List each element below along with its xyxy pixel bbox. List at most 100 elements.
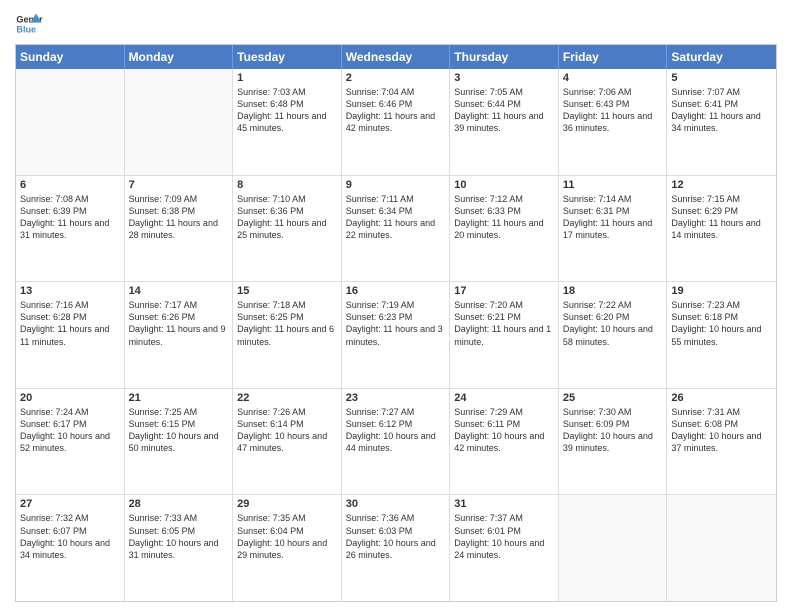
day-number: 27 [20, 498, 120, 510]
day-number: 16 [346, 285, 446, 297]
calendar-cell [667, 495, 776, 601]
calendar-row-1: 6Sunrise: 7:08 AM Sunset: 6:39 PM Daylig… [16, 176, 776, 283]
day-number: 22 [237, 392, 337, 404]
day-number: 31 [454, 498, 554, 510]
calendar-cell: 17 Sunrise: 7:20 AM Sunset: 6:21 PM Dayli… [450, 282, 559, 388]
day-info: Sunrise: 7:36 AM Sunset: 6:03 PM Dayligh… [346, 512, 446, 561]
day-number: 30 [346, 498, 446, 510]
day-number: 9 [346, 179, 446, 191]
day-info: Sunrise: 7:20 AM Sunset: 6:21 PM Dayligh… [454, 299, 554, 348]
calendar-cell: 31 Sunrise: 7:37 AM Sunset: 6:01 PM Dayli… [450, 495, 559, 601]
day-info: Sunrise: 7:17 AM Sunset: 6:26 PM Dayligh… [129, 299, 229, 348]
header-day-monday: Monday [125, 45, 234, 69]
calendar-cell: 3Sunrise: 7:05 AM Sunset: 6:44 PM Daylig… [450, 69, 559, 175]
calendar-cell: 16Sunrise: 7:19 AM Sunset: 6:23 PM Dayli… [342, 282, 451, 388]
calendar-cell: 28Sunrise: 7:33 AM Sunset: 6:05 PM Dayli… [125, 495, 234, 601]
day-number: 23 [346, 392, 446, 404]
day-number: 29 [237, 498, 337, 510]
day-info: Sunrise: 7:31 AM Sunset: 6:08 PM Dayligh… [671, 406, 772, 455]
calendar-body: 1 Sunrise: 7:03 AM Sunset: 6:48 PM Daylig… [16, 69, 776, 601]
day-number: 24 [454, 392, 554, 404]
calendar-cell: 23 Sunrise: 7:27 AM Sunset: 6:12 PM Dayli… [342, 389, 451, 495]
day-number: 10 [454, 179, 554, 191]
calendar-cell: 12 Sunrise: 7:15 AM Sunset: 6:29 PM Dayli… [667, 176, 776, 282]
day-info: Sunrise: 7:25 AM Sunset: 6:15 PM Dayligh… [129, 406, 229, 455]
day-number: 13 [20, 285, 120, 297]
day-number: 7 [129, 179, 229, 191]
day-number: 5 [671, 72, 772, 84]
day-info: Sunrise: 7:14 AM Sunset: 6:31 PM Dayligh… [563, 193, 663, 242]
day-number: 11 [563, 179, 663, 191]
day-number: 1 [237, 72, 337, 84]
calendar-cell: 20 Sunrise: 7:24 AM Sunset: 6:17 PM Dayli… [16, 389, 125, 495]
day-number: 20 [20, 392, 120, 404]
day-info: Sunrise: 7:23 AM Sunset: 6:18 PM Dayligh… [671, 299, 772, 348]
calendar-row-0: 1 Sunrise: 7:03 AM Sunset: 6:48 PM Daylig… [16, 69, 776, 176]
day-info: Sunrise: 7:07 AM Sunset: 6:41 PM Dayligh… [671, 86, 772, 135]
day-info: Sunrise: 7:03 AM Sunset: 6:48 PM Dayligh… [237, 86, 337, 135]
calendar-row-2: 13 Sunrise: 7:16 AM Sunset: 6:28 PM Dayli… [16, 282, 776, 389]
calendar-cell: 4Sunrise: 7:06 AM Sunset: 6:43 PM Daylig… [559, 69, 668, 175]
day-info: Sunrise: 7:22 AM Sunset: 6:20 PM Dayligh… [563, 299, 663, 348]
calendar-cell: 5 Sunrise: 7:07 AM Sunset: 6:41 PM Daylig… [667, 69, 776, 175]
header-day-sunday: Sunday [16, 45, 125, 69]
calendar-cell: 27 Sunrise: 7:32 AM Sunset: 6:07 PM Dayli… [16, 495, 125, 601]
day-number: 12 [671, 179, 772, 191]
day-info: Sunrise: 7:29 AM Sunset: 6:11 PM Dayligh… [454, 406, 554, 455]
calendar-cell: 1 Sunrise: 7:03 AM Sunset: 6:48 PM Daylig… [233, 69, 342, 175]
calendar-cell: 13 Sunrise: 7:16 AM Sunset: 6:28 PM Dayli… [16, 282, 125, 388]
logo-icon: General Blue [15, 10, 43, 38]
calendar-cell: 11 Sunrise: 7:14 AM Sunset: 6:31 PM Dayli… [559, 176, 668, 282]
calendar-cell: 22 Sunrise: 7:26 AM Sunset: 6:14 PM Dayli… [233, 389, 342, 495]
calendar-cell: 7Sunrise: 7:09 AM Sunset: 6:38 PM Daylig… [125, 176, 234, 282]
svg-text:Blue: Blue [16, 24, 36, 34]
calendar-cell: 21 Sunrise: 7:25 AM Sunset: 6:15 PM Dayli… [125, 389, 234, 495]
day-number: 21 [129, 392, 229, 404]
day-info: Sunrise: 7:10 AM Sunset: 6:36 PM Dayligh… [237, 193, 337, 242]
calendar-cell: 2Sunrise: 7:04 AM Sunset: 6:46 PM Daylig… [342, 69, 451, 175]
day-info: Sunrise: 7:27 AM Sunset: 6:12 PM Dayligh… [346, 406, 446, 455]
day-info: Sunrise: 7:37 AM Sunset: 6:01 PM Dayligh… [454, 512, 554, 561]
calendar-cell: 8 Sunrise: 7:10 AM Sunset: 6:36 PM Daylig… [233, 176, 342, 282]
day-number: 18 [563, 285, 663, 297]
day-number: 8 [237, 179, 337, 191]
day-info: Sunrise: 7:26 AM Sunset: 6:14 PM Dayligh… [237, 406, 337, 455]
day-number: 15 [237, 285, 337, 297]
calendar-row-4: 27 Sunrise: 7:32 AM Sunset: 6:07 PM Dayli… [16, 495, 776, 601]
day-info: Sunrise: 7:24 AM Sunset: 6:17 PM Dayligh… [20, 406, 120, 455]
day-number: 26 [671, 392, 772, 404]
day-info: Sunrise: 7:12 AM Sunset: 6:33 PM Dayligh… [454, 193, 554, 242]
calendar-cell: 6Sunrise: 7:08 AM Sunset: 6:39 PM Daylig… [16, 176, 125, 282]
day-info: Sunrise: 7:08 AM Sunset: 6:39 PM Dayligh… [20, 193, 120, 242]
day-info: Sunrise: 7:32 AM Sunset: 6:07 PM Dayligh… [20, 512, 120, 561]
header-day-wednesday: Wednesday [342, 45, 451, 69]
calendar-cell: 29 Sunrise: 7:35 AM Sunset: 6:04 PM Dayli… [233, 495, 342, 601]
day-number: 28 [129, 498, 229, 510]
calendar-cell: 18 Sunrise: 7:22 AM Sunset: 6:20 PM Dayli… [559, 282, 668, 388]
day-info: Sunrise: 7:18 AM Sunset: 6:25 PM Dayligh… [237, 299, 337, 348]
calendar-cell: 25Sunrise: 7:30 AM Sunset: 6:09 PM Dayli… [559, 389, 668, 495]
day-number: 17 [454, 285, 554, 297]
day-info: Sunrise: 7:15 AM Sunset: 6:29 PM Dayligh… [671, 193, 772, 242]
header-day-friday: Friday [559, 45, 668, 69]
calendar-cell: 10 Sunrise: 7:12 AM Sunset: 6:33 PM Dayli… [450, 176, 559, 282]
logo: General Blue [15, 10, 43, 38]
calendar-cell: 15 Sunrise: 7:18 AM Sunset: 6:25 PM Dayli… [233, 282, 342, 388]
calendar-cell [559, 495, 668, 601]
page: General Blue SundayMondayTuesdayWednesda… [0, 0, 792, 612]
day-number: 25 [563, 392, 663, 404]
calendar-cell: 30 Sunrise: 7:36 AM Sunset: 6:03 PM Dayli… [342, 495, 451, 601]
calendar-cell: 24 Sunrise: 7:29 AM Sunset: 6:11 PM Dayli… [450, 389, 559, 495]
header: General Blue [15, 10, 777, 38]
header-day-thursday: Thursday [450, 45, 559, 69]
day-info: Sunrise: 7:35 AM Sunset: 6:04 PM Dayligh… [237, 512, 337, 561]
calendar-cell [125, 69, 234, 175]
calendar-cell: 26 Sunrise: 7:31 AM Sunset: 6:08 PM Dayli… [667, 389, 776, 495]
calendar: SundayMondayTuesdayWednesdayThursdayFrid… [15, 44, 777, 602]
day-number: 3 [454, 72, 554, 84]
day-number: 14 [129, 285, 229, 297]
header-day-saturday: Saturday [667, 45, 776, 69]
day-info: Sunrise: 7:16 AM Sunset: 6:28 PM Dayligh… [20, 299, 120, 348]
day-number: 2 [346, 72, 446, 84]
header-day-tuesday: Tuesday [233, 45, 342, 69]
